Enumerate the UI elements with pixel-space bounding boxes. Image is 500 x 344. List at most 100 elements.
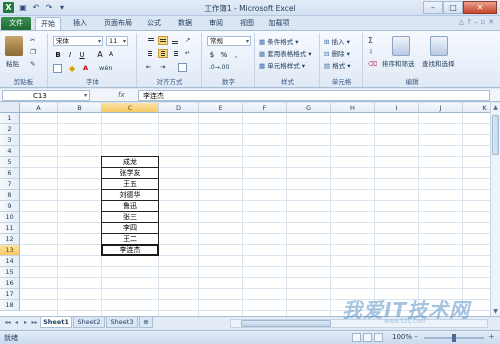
row-header-18[interactable]: 18 (0, 300, 20, 311)
sheet-tab-2[interactable]: Sheet2 (73, 317, 105, 328)
tab-view[interactable]: 视图 (234, 17, 260, 30)
row-header-11[interactable]: 11 (0, 223, 20, 234)
phonetic-button[interactable]: wén (99, 64, 112, 72)
tab-addins[interactable]: 加载项 (264, 17, 294, 30)
scroll-down-icon[interactable]: ▼ (491, 307, 500, 316)
wrap-text-icon[interactable]: ↵ (185, 49, 190, 57)
column-header-e[interactable]: E (199, 103, 243, 113)
borders-icon[interactable] (53, 64, 62, 73)
workbook-minimize-icon[interactable]: – (474, 18, 478, 26)
percent-button[interactable]: % (219, 50, 229, 60)
help-icon[interactable]: ? (467, 18, 471, 26)
horizontal-scroll-thumb[interactable] (241, 320, 331, 327)
row-header-17[interactable]: 17 (0, 289, 20, 300)
row-header-13[interactable]: 13 (0, 245, 20, 256)
column-header-g[interactable]: G (287, 103, 331, 113)
column-header-d[interactable]: D (159, 103, 199, 113)
find-select-label[interactable]: 查找和选择 (422, 58, 455, 68)
format-cells-button[interactable]: ▤ 格式 ▾ (324, 60, 351, 70)
increase-decimal-icon[interactable]: .0→.00 (209, 64, 229, 71)
align-left-button[interactable] (146, 49, 156, 58)
column-header-h[interactable]: H (331, 103, 375, 113)
vertical-scrollbar[interactable]: ▲ ▼ (490, 103, 500, 316)
formula-input[interactable]: 李连杰 (138, 90, 490, 101)
close-button[interactable]: ✕ (463, 1, 497, 14)
delete-cells-button[interactable]: ⊟ 删除 ▾ (324, 48, 350, 58)
clear-icon[interactable]: ⌫ (368, 60, 377, 68)
column-header-a[interactable]: A (20, 103, 58, 113)
align-top-button[interactable] (146, 36, 156, 45)
tab-home[interactable]: 开始 (35, 17, 61, 30)
copy-icon[interactable]: ❐ (30, 48, 36, 56)
page-break-view-icon[interactable] (374, 333, 383, 342)
bold-button[interactable]: B (53, 50, 63, 60)
tab-formulas[interactable]: 公式 (141, 17, 167, 30)
row-header-4[interactable]: 4 (0, 146, 20, 157)
currency-button[interactable]: $ (207, 50, 217, 60)
align-middle-button[interactable] (158, 36, 168, 45)
paste-icon[interactable] (5, 36, 23, 56)
cell-c13[interactable]: 李连杰 (101, 244, 159, 256)
sort-filter-icon[interactable] (392, 36, 410, 56)
page-layout-view-icon[interactable] (363, 333, 372, 342)
row-header-12[interactable]: 12 (0, 234, 20, 245)
tab-data[interactable]: 数据 (172, 17, 198, 30)
fill-icon[interactable]: ⇩ (368, 48, 373, 56)
underline-button[interactable]: U (77, 50, 87, 60)
next-sheet-icon[interactable]: ▸ (22, 319, 29, 326)
column-header-b[interactable]: B (58, 103, 102, 113)
prev-sheet-icon[interactable]: ◂ (13, 319, 20, 326)
column-header-c[interactable]: C (102, 103, 159, 113)
tab-file[interactable]: 文件 (1, 17, 31, 30)
name-box[interactable]: C13 (2, 90, 90, 101)
font-size-combo[interactable]: 11 (106, 36, 128, 46)
grow-font-button[interactable]: A (95, 50, 105, 60)
format-painter-icon[interactable]: ✎ (30, 60, 35, 68)
italic-button[interactable]: I (65, 50, 75, 60)
align-right-button[interactable] (170, 49, 180, 58)
sort-filter-label[interactable]: 排序和筛选 (382, 58, 415, 68)
fill-color-icon[interactable]: ◆ (69, 64, 75, 73)
find-select-icon[interactable] (430, 36, 448, 56)
conditional-format-button[interactable]: ▦ 条件格式 ▾ (259, 36, 299, 46)
shrink-font-button[interactable]: A (106, 50, 116, 60)
normal-view-icon[interactable] (352, 333, 361, 342)
last-sheet-icon[interactable]: ▸▸ (31, 319, 38, 326)
zoom-in-icon[interactable]: + (488, 332, 495, 341)
row-header-16[interactable]: 16 (0, 278, 20, 289)
minimize-ribbon-icon[interactable]: △ (459, 18, 464, 26)
zoom-out-icon[interactable]: – (414, 332, 418, 341)
row-header-8[interactable]: 8 (0, 190, 20, 201)
format-as-table-button[interactable]: ▦ 套用表格格式 ▾ (259, 48, 312, 58)
insert-function-button[interactable]: fx (96, 90, 136, 101)
workbook-restore-icon[interactable]: ▫ (480, 18, 485, 26)
row-header-14[interactable]: 14 (0, 256, 20, 267)
row-header-9[interactable]: 9 (0, 201, 20, 212)
merge-center-icon[interactable] (178, 63, 187, 72)
zoom-level[interactable]: 100% (392, 333, 412, 341)
tab-page-layout[interactable]: 页面布局 (100, 17, 136, 30)
font-color-icon[interactable]: A (83, 64, 88, 72)
minimize-button[interactable]: – (423, 1, 443, 14)
row-header-5[interactable]: 5 (0, 157, 20, 168)
worksheet-grid[interactable]: ABCDEFGHIJK 1 2 3 4 5 6 7 8 9 10 11 12 13 14 15 16 17 18 … (0, 103, 500, 316)
column-header-i[interactable]: I (375, 103, 419, 113)
scroll-up-icon[interactable]: ▲ (491, 103, 500, 112)
row-header-7[interactable]: 7 (0, 179, 20, 190)
zoom-slider-knob[interactable] (452, 334, 456, 342)
sheet-tab-1[interactable]: Sheet1 (40, 317, 72, 328)
tab-insert[interactable]: 插入 (67, 17, 93, 30)
cell-styles-button[interactable]: ▦ 单元格样式 ▾ (259, 60, 305, 70)
cut-icon[interactable]: ✂ (30, 36, 35, 44)
number-format-combo[interactable]: 常规 (207, 36, 251, 46)
row-header-2[interactable]: 2 (0, 124, 20, 135)
insert-cells-button[interactable]: ⊞ 插入 ▾ (324, 36, 350, 46)
row-header-1[interactable]: 1 (0, 113, 20, 124)
row-header-15[interactable]: 15 (0, 267, 20, 278)
workbook-close-icon[interactable]: ✕ (488, 18, 494, 26)
comma-button[interactable]: , (231, 50, 241, 60)
select-all-corner[interactable] (0, 103, 20, 113)
row-header-3[interactable]: 3 (0, 135, 20, 146)
insert-sheet-icon[interactable]: ⊕ (139, 317, 153, 328)
first-sheet-icon[interactable]: ◂◂ (4, 319, 11, 326)
